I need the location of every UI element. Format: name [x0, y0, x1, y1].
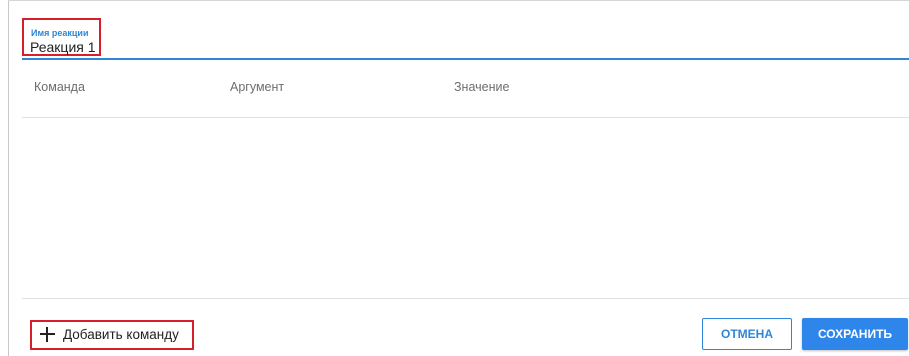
column-header-value: Значение [454, 80, 510, 94]
table-footer-divider [22, 298, 909, 299]
reaction-name-label: Имя реакции [31, 28, 89, 38]
reaction-name-underline [22, 58, 909, 60]
table-header-divider [22, 117, 909, 118]
reaction-name-field[interactable]: Имя реакции Реакция 1 [22, 18, 909, 60]
reaction-name-input[interactable]: Реакция 1 [30, 39, 96, 55]
commands-table-header: Команда Аргумент Значение [22, 80, 909, 100]
cancel-button[interactable]: ОТМЕНА [702, 318, 792, 350]
dialog-top-border [8, 0, 909, 1]
reaction-dialog: Имя реакции Реакция 1 Команда Аргумент З… [0, 0, 909, 356]
plus-icon [40, 327, 55, 342]
column-header-command: Команда [34, 80, 85, 94]
dialog-left-border [8, 0, 9, 356]
save-button[interactable]: СОХРАНИТЬ [802, 318, 908, 350]
column-header-argument: Аргумент [230, 80, 285, 94]
add-command-label: Добавить команду [63, 327, 179, 342]
add-command-button[interactable]: Добавить команду [30, 320, 194, 350]
